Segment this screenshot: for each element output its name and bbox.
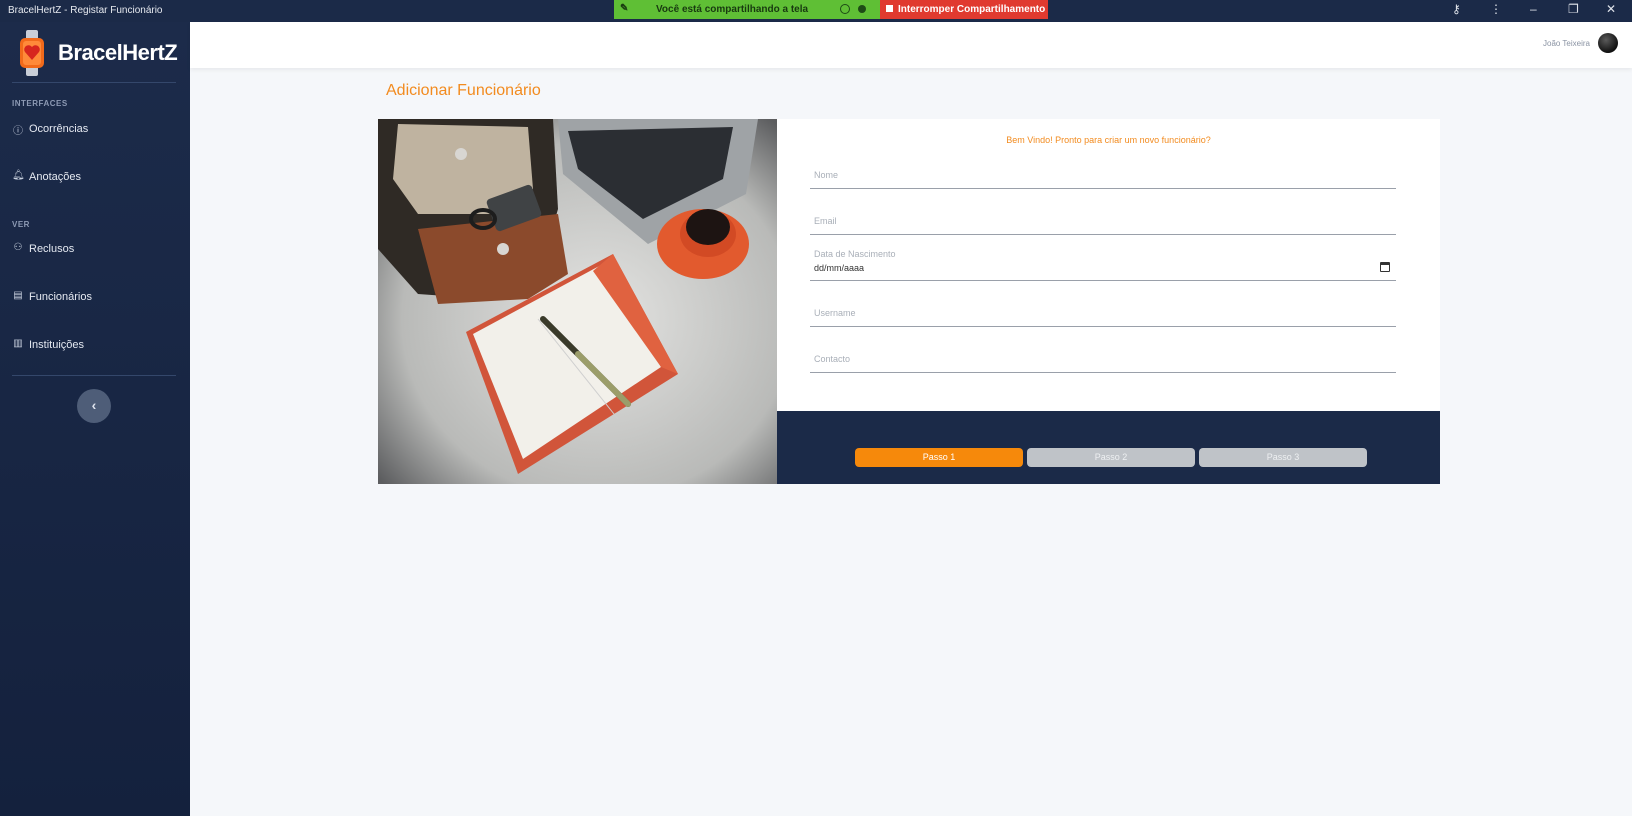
sidebar-item-label: Reclusos <box>29 243 75 255</box>
username-field[interactable]: Username <box>810 301 1396 327</box>
key-icon[interactable]: ⚷ <box>1452 2 1461 16</box>
birthdate-value: dd/mm/aaaa <box>814 263 865 273</box>
kebab-menu-icon[interactable]: ⋮ <box>1490 2 1502 16</box>
bell-icon: 🔔︎ <box>12 170 25 181</box>
step-1-button[interactable]: Passo 1 <box>855 448 1023 467</box>
stop-sharing-label: Interromper Compartilhamento <box>898 4 1046 15</box>
sidebar-item-label: Instituições <box>29 339 85 351</box>
birthdate-field[interactable]: Data de Nascimento dd/mm/aaaa <box>810 249 1396 281</box>
sidebar: BracelHertZ INTERFACES ⓘ Ocorrências 🔔︎ … <box>0 22 190 816</box>
window-title: BracelHertZ - Registar Funcionário <box>8 5 163 16</box>
stop-sharing-button[interactable]: Interromper Compartilhamento <box>880 0 1048 19</box>
sidebar-item-label: Ocorrências <box>29 123 89 135</box>
email-field[interactable]: Email <box>810 209 1396 235</box>
users-icon: ⚇ <box>13 242 23 253</box>
step-2-button[interactable]: Passo 2 <box>1027 448 1195 467</box>
contact-field[interactable]: Contacto <box>810 347 1396 373</box>
sidebar-item-anotacoes[interactable]: 🔔︎ Anotações <box>12 166 178 190</box>
sidebar-item-instituicoes[interactable]: ▥ Instituições <box>12 334 178 358</box>
desk-photo <box>378 119 777 484</box>
shield-icon[interactable] <box>858 5 866 13</box>
form-greeting: Bem Vindo! Pronto para criar um novo fun… <box>1006 135 1211 145</box>
pause-icon[interactable] <box>840 4 850 14</box>
sidebar-item-label: Anotações <box>29 171 81 183</box>
sidebar-item-reclusos[interactable]: ⚇ Reclusos <box>12 238 178 262</box>
bracelet-logo-icon <box>20 30 44 76</box>
info-circle-icon: ⓘ <box>13 126 23 137</box>
sidebar-divider <box>12 375 176 376</box>
pen-icon: ✎ <box>620 3 629 14</box>
step-3-button[interactable]: Passo 3 <box>1199 448 1367 467</box>
window-title-bar: BracelHertZ - Registar Funcionário ✎ Voc… <box>0 0 1632 22</box>
page-title: Adicionar Funcionário <box>386 82 541 99</box>
name-field[interactable]: Nome <box>810 163 1396 189</box>
sidebar-toggle-button[interactable]: ‹ <box>77 389 111 423</box>
birthdate-label: Data de Nascimento <box>814 249 896 259</box>
sidebar-divider <box>12 82 176 83</box>
user-name[interactable]: João Teixeira <box>1543 39 1590 48</box>
add-employee-card: Bem Vindo! Pronto para criar um novo fun… <box>378 119 1440 484</box>
close-button[interactable]: ✕ <box>1606 2 1616 16</box>
restore-button[interactable]: ❐ <box>1568 2 1579 16</box>
avatar[interactable] <box>1598 33 1618 53</box>
bar-chart-icon: ▥ <box>13 338 23 349</box>
sidebar-item-funcionarios[interactable]: ▤ Funcionários <box>12 286 178 310</box>
minimize-button[interactable]: – <box>1530 2 1537 16</box>
contact-placeholder: Contacto <box>814 354 851 364</box>
employee-form: Bem Vindo! Pronto para criar um novo fun… <box>777 119 1440 411</box>
username-placeholder: Username <box>814 308 856 318</box>
calendar-icon[interactable] <box>1380 262 1390 272</box>
brand-name: BracelHertZ <box>58 40 178 65</box>
topbar: João Teixeira <box>190 22 1632 68</box>
section-label-ver: VER <box>12 220 30 229</box>
screen-share-indicator: ✎ Você está compartilhando a tela <box>614 0 880 19</box>
screen-share-text: Você está compartilhando a tela <box>656 4 809 15</box>
sidebar-item-ocorrencias[interactable]: ⓘ Ocorrências <box>12 118 178 142</box>
stop-icon <box>886 5 893 12</box>
name-placeholder: Nome <box>814 170 839 180</box>
section-label-interfaces: INTERFACES <box>12 99 68 108</box>
id-card-icon: ▤ <box>13 290 23 301</box>
email-placeholder: Email <box>814 216 837 226</box>
sidebar-item-label: Funcionários <box>29 291 92 303</box>
